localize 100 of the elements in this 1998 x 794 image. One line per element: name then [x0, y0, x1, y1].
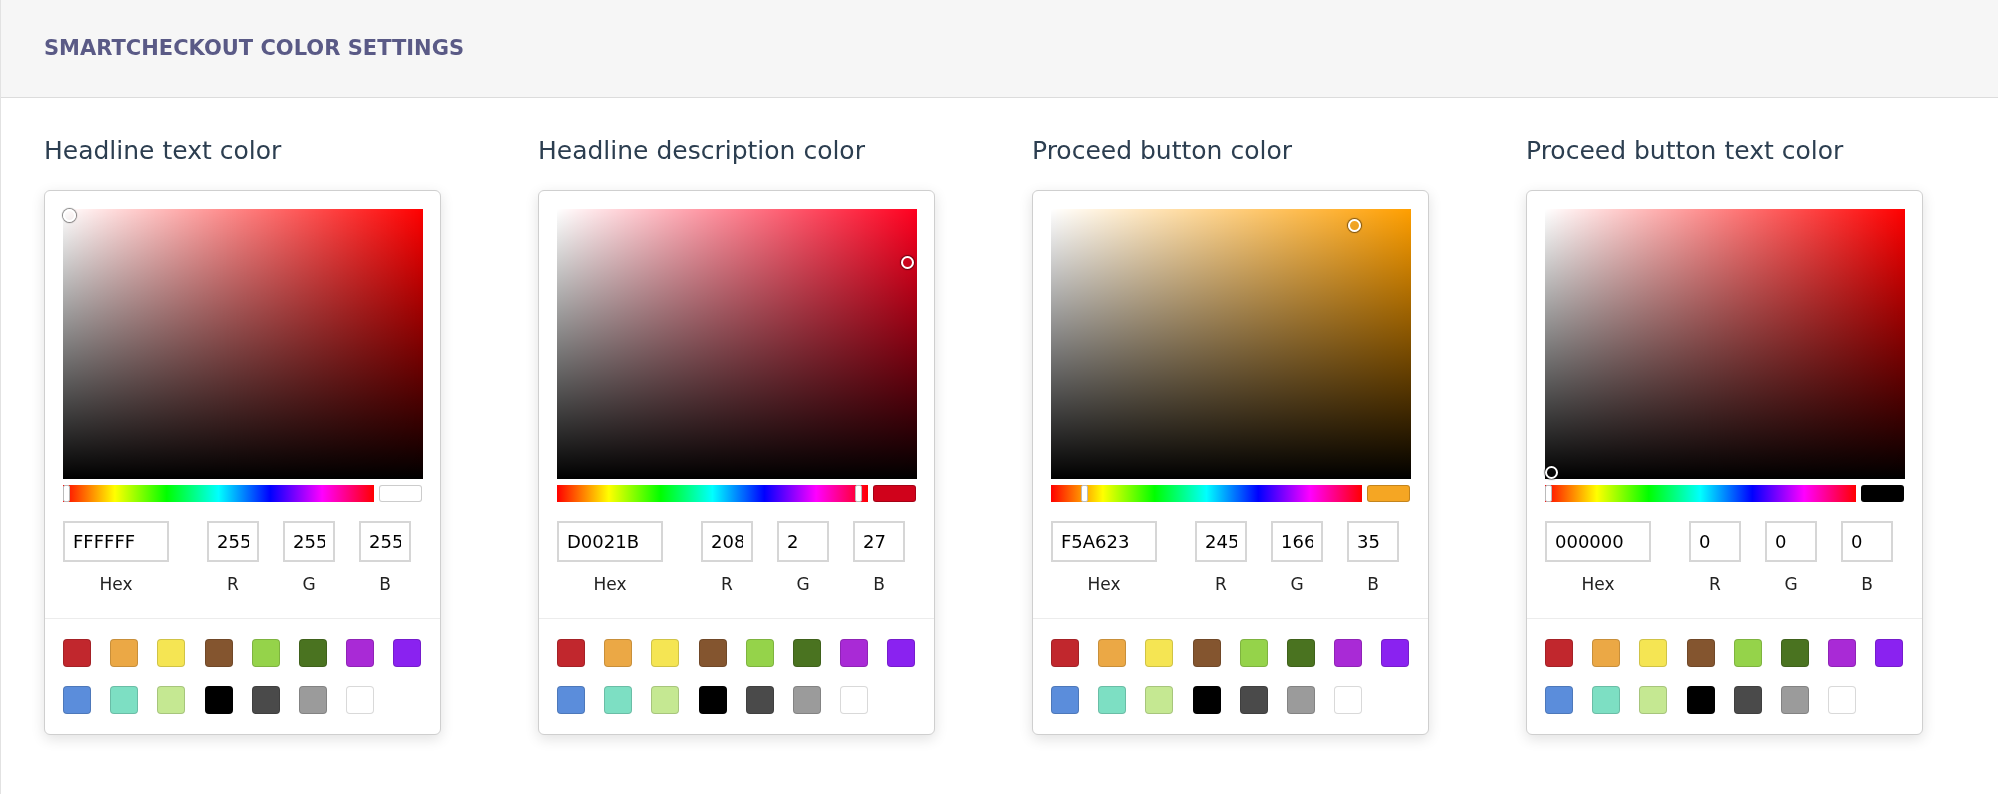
color-swatch[interactable] [1381, 638, 1410, 667]
saturation-area[interactable] [1545, 209, 1905, 479]
hue-slider[interactable] [1545, 485, 1856, 502]
color-swatch[interactable] [1145, 685, 1174, 714]
color-swatch[interactable] [1639, 685, 1668, 714]
picker-handle[interactable] [900, 256, 914, 270]
color-swatch[interactable] [1828, 638, 1857, 667]
color-swatch[interactable] [698, 638, 727, 667]
color-swatch[interactable] [1733, 685, 1762, 714]
picker-label: Headline description color [538, 138, 866, 167]
hue-thumb[interactable] [63, 485, 70, 502]
color-swatch[interactable] [63, 685, 91, 714]
color-swatch[interactable] [840, 638, 869, 667]
color-swatch[interactable] [1239, 685, 1268, 714]
color-swatch[interactable] [157, 685, 186, 714]
color-swatch[interactable] [1592, 685, 1621, 714]
color-swatch[interactable] [1192, 638, 1221, 667]
color-swatch[interactable] [1828, 685, 1857, 714]
hex-input[interactable]: D0021B [557, 521, 663, 562]
color-swatch[interactable] [745, 638, 774, 667]
picker-label: Proceed button text color [1526, 138, 1845, 167]
channel-input[interactable]: 255 [283, 521, 335, 562]
channel-input[interactable]: 255 [359, 521, 411, 562]
color-swatch[interactable] [887, 638, 916, 667]
color-swatch[interactable] [1733, 638, 1762, 667]
field-label: G [302, 573, 316, 596]
saturation-area[interactable] [63, 209, 423, 479]
color-swatch[interactable] [1239, 638, 1268, 667]
color-swatch[interactable] [745, 685, 774, 714]
color-swatch[interactable] [1545, 685, 1573, 714]
color-swatch[interactable] [1051, 685, 1079, 714]
color-swatch[interactable] [793, 638, 821, 667]
color-swatch[interactable] [604, 685, 633, 714]
color-swatch[interactable] [1592, 638, 1621, 667]
hue-thumb[interactable] [1081, 485, 1089, 502]
field-label: G [796, 573, 810, 596]
color-preview [873, 485, 916, 502]
color-swatch[interactable] [1334, 685, 1363, 714]
color-swatch[interactable] [1098, 638, 1127, 667]
color-swatch[interactable] [346, 638, 375, 667]
color-swatch[interactable] [1192, 685, 1221, 714]
hex-input[interactable]: FFFFFF [63, 521, 169, 562]
color-swatch[interactable] [63, 638, 91, 667]
channel-input[interactable]: 35 [1347, 521, 1399, 562]
color-swatch[interactable] [651, 638, 680, 667]
color-swatch[interactable] [299, 638, 327, 667]
hex-input[interactable]: F5A623 [1051, 521, 1157, 562]
color-swatch[interactable] [1686, 685, 1715, 714]
color-swatch[interactable] [251, 638, 280, 667]
channel-input[interactable]: 0 [1765, 521, 1817, 562]
picker-label: Headline text color [44, 138, 283, 167]
color-swatch[interactable] [1781, 638, 1809, 667]
color-swatch[interactable] [1545, 638, 1573, 667]
color-swatch[interactable] [557, 638, 585, 667]
color-swatch[interactable] [110, 685, 139, 714]
hex-input[interactable]: 000000 [1545, 521, 1651, 562]
field-label: R [1709, 573, 1721, 596]
field-label: R [227, 573, 239, 596]
color-swatch[interactable] [1145, 638, 1174, 667]
color-swatch[interactable] [698, 685, 727, 714]
color-swatch[interactable] [204, 638, 233, 667]
field-label: Hex [593, 573, 627, 596]
hue-thumb[interactable] [854, 485, 862, 502]
hue-thumb[interactable] [1545, 485, 1552, 502]
color-swatch[interactable] [110, 638, 139, 667]
saturation-area[interactable] [1051, 209, 1411, 479]
picker-handle[interactable] [1348, 219, 1362, 233]
color-swatch[interactable] [299, 685, 327, 714]
color-swatch[interactable] [557, 685, 585, 714]
channel-input[interactable]: 255 [207, 521, 259, 562]
color-swatch[interactable] [1686, 638, 1715, 667]
color-swatch[interactable] [204, 685, 233, 714]
hue-slider[interactable] [1051, 485, 1362, 502]
channel-input[interactable]: 0 [1841, 521, 1893, 562]
channel-input[interactable]: 0 [1689, 521, 1741, 562]
color-swatch[interactable] [1334, 638, 1363, 667]
picker-handle[interactable] [63, 209, 76, 222]
channel-input[interactable]: 2 [777, 521, 829, 562]
field-label: G [1290, 573, 1304, 596]
color-swatch[interactable] [1098, 685, 1127, 714]
color-swatch[interactable] [1287, 638, 1315, 667]
color-swatch[interactable] [604, 638, 633, 667]
channel-input[interactable]: 245 [1195, 521, 1247, 562]
channel-input[interactable]: 27 [853, 521, 905, 562]
color-swatch[interactable] [1639, 638, 1668, 667]
color-swatch[interactable] [1051, 638, 1079, 667]
picker-handle[interactable] [1545, 466, 1558, 479]
color-swatch[interactable] [157, 638, 186, 667]
color-swatch[interactable] [1781, 685, 1809, 714]
color-swatch[interactable] [393, 638, 422, 667]
color-swatch[interactable] [346, 685, 375, 714]
color-swatch[interactable] [251, 685, 280, 714]
hue-slider[interactable] [63, 485, 374, 502]
color-swatch[interactable] [840, 685, 869, 714]
color-swatch[interactable] [651, 685, 680, 714]
hue-slider[interactable] [557, 485, 868, 502]
saturation-area[interactable] [557, 209, 917, 479]
color-swatch[interactable] [793, 685, 821, 714]
color-swatch[interactable] [1875, 638, 1904, 667]
color-swatch[interactable] [1287, 685, 1315, 714]
